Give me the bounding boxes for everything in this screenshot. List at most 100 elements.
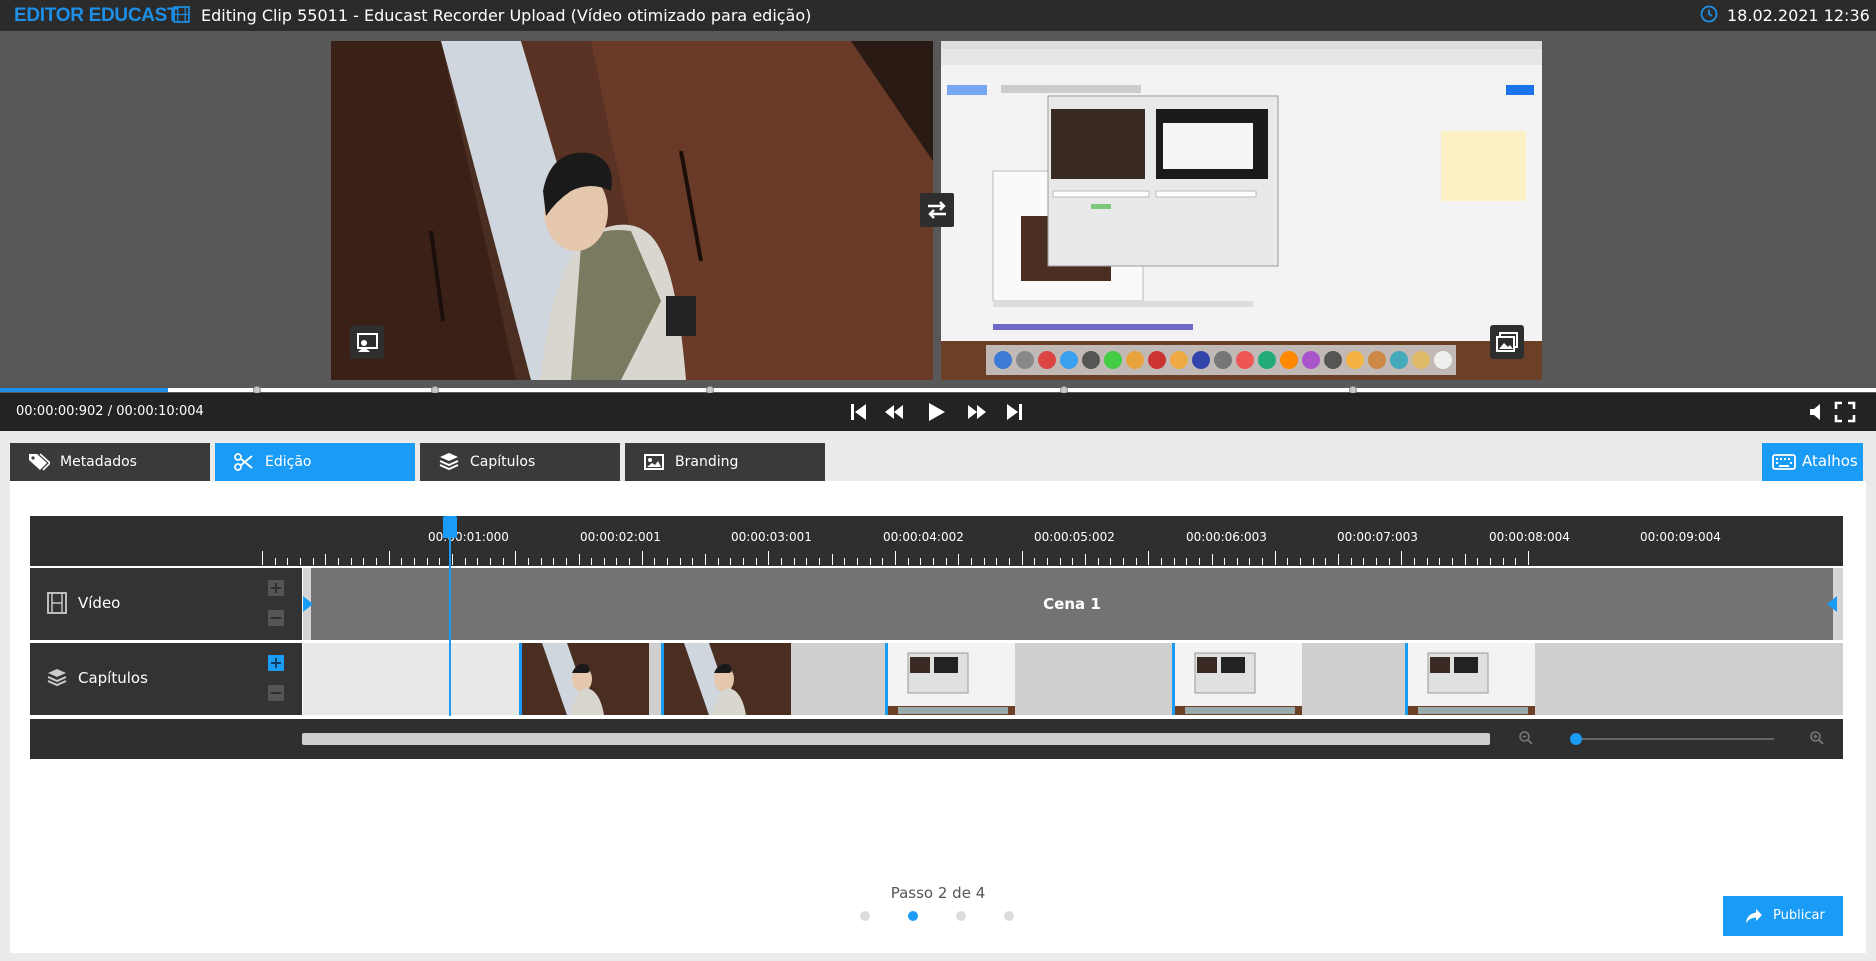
datetime: 18.02.2021 12:36 [1727, 6, 1870, 25]
ruler-tick [553, 558, 555, 565]
ruler-tick [743, 558, 745, 565]
zoom-slider[interactable] [1571, 738, 1774, 740]
chapter-thumbnail[interactable] [661, 643, 791, 715]
ruler-tick [1211, 554, 1213, 565]
scene-start-handle[interactable] [303, 596, 313, 612]
step-dot-current[interactable] [908, 911, 918, 921]
ruler-label: 00:00:04:002 [883, 530, 964, 544]
play-icon[interactable] [925, 401, 947, 423]
ruler-tick [679, 558, 681, 565]
ruler-tick [869, 558, 871, 565]
tab-metadados[interactable]: Metadados [10, 443, 210, 481]
scene-end-handle[interactable] [1827, 596, 1837, 612]
timeline-ruler[interactable]: 00:00:01:000 00:00:02:001 00:00:03:001 0… [30, 516, 1843, 566]
zoom-in-icon[interactable] [1809, 730, 1825, 746]
tab-capitulos[interactable]: Capítulos [420, 443, 620, 481]
ruler-tick [578, 554, 580, 565]
ruler-tick [388, 551, 390, 565]
ruler-tick [451, 554, 453, 565]
chapter-thumbnail[interactable] [1172, 643, 1302, 715]
ruler-tick [781, 558, 783, 565]
ruler-tick [565, 558, 567, 565]
skip-to-start-icon[interactable] [848, 401, 870, 423]
ruler-tick [1388, 558, 1390, 565]
fullscreen-icon[interactable] [1834, 401, 1856, 423]
ruler-label: 00:00:02:001 [580, 530, 661, 544]
camera-video[interactable] [331, 41, 933, 380]
step-dot[interactable] [1004, 911, 1014, 921]
ruler-tick [667, 558, 669, 565]
ruler-tick [806, 558, 808, 565]
ruler-label: 00:00:09:004 [1640, 530, 1721, 544]
layers-icon [439, 453, 459, 471]
ruler-tick [857, 558, 859, 565]
playback-progress-track[interactable] [0, 388, 1876, 392]
screen-video[interactable] [941, 41, 1542, 380]
ruler-tick [1046, 558, 1048, 565]
ruler-tick [1173, 558, 1175, 565]
ruler-tick [629, 558, 631, 565]
tab-branding[interactable]: Branding [625, 443, 825, 481]
ruler-tick [1325, 558, 1327, 565]
ruler-tick [1376, 558, 1378, 565]
publish-button[interactable]: Publicar [1723, 896, 1843, 936]
add-scene-button[interactable] [268, 580, 284, 596]
screen-frame-image [941, 41, 1542, 380]
ruler-tick [1312, 558, 1314, 565]
timeline-scrollbar[interactable] [302, 733, 1490, 745]
ruler-tick [1236, 558, 1238, 565]
track-header-chapters: Capítulos [30, 643, 302, 715]
ruler-tick [1515, 558, 1517, 565]
ruler-tick [945, 558, 947, 565]
ruler-tick [730, 558, 732, 565]
ruler-tick [299, 558, 301, 565]
ruler-tick [1198, 558, 1200, 565]
zoom-slider-handle[interactable] [1570, 733, 1582, 745]
shortcuts-button[interactable]: Atalhos [1762, 443, 1863, 481]
tab-label: Branding [675, 454, 739, 470]
ruler-tick [1502, 558, 1504, 565]
tab-edicao[interactable]: Edição [215, 443, 415, 481]
skip-to-end-icon[interactable] [1003, 401, 1025, 423]
ruler-tick [692, 558, 694, 565]
add-chapter-button[interactable] [268, 655, 284, 671]
ruler-tick [1021, 551, 1023, 565]
scene-clip[interactable]: Cena 1 [303, 568, 1837, 640]
step-indicator: Passo 2 de 4 [890, 884, 986, 902]
ruler-tick [1439, 558, 1441, 565]
ruler-tick [895, 551, 896, 565]
zoom-out-icon[interactable] [1518, 730, 1534, 746]
ruler-tick [1452, 558, 1454, 565]
chapter-thumbnail[interactable] [519, 643, 649, 715]
ruler-label: 00:00:01:000 [428, 530, 509, 544]
ruler-tick [350, 558, 352, 565]
ruler-tick [274, 558, 276, 565]
ruler-tick [489, 558, 491, 565]
top-bar: EDITOR EDUCAST Editing Clip 55011 - Educ… [0, 0, 1876, 31]
film-strip-icon [47, 592, 67, 614]
ruler-tick [717, 558, 719, 565]
ruler-tick [401, 558, 403, 565]
player-controls: 00:00:00:902 / 00:00:10:004 [0, 393, 1876, 431]
volume-icon[interactable] [1806, 401, 1828, 423]
ruler-tick [312, 558, 314, 565]
presenter-layout-button[interactable] [350, 325, 384, 359]
chapter-thumbnail[interactable] [1405, 643, 1535, 715]
swap-videos-button[interactable] [920, 193, 954, 227]
presenter-icon [357, 333, 378, 352]
ruler-tick [882, 558, 884, 565]
rewind-icon[interactable] [883, 401, 905, 423]
step-dot[interactable] [860, 911, 870, 921]
fast-forward-icon[interactable] [966, 401, 988, 423]
screen-layout-button[interactable] [1490, 325, 1524, 359]
chapter-thumbnail[interactable] [885, 643, 1015, 715]
remove-chapter-button[interactable] [268, 685, 284, 701]
step-dot[interactable] [956, 911, 966, 921]
remove-scene-button[interactable] [268, 610, 284, 626]
tab-label: Capítulos [470, 454, 536, 470]
ruler-tick [1034, 558, 1036, 565]
ruler-tick [1490, 558, 1492, 565]
keyboard-icon [1772, 454, 1796, 470]
ruler-label: 00:00:05:002 [1034, 530, 1115, 544]
ruler-tick [464, 558, 466, 565]
